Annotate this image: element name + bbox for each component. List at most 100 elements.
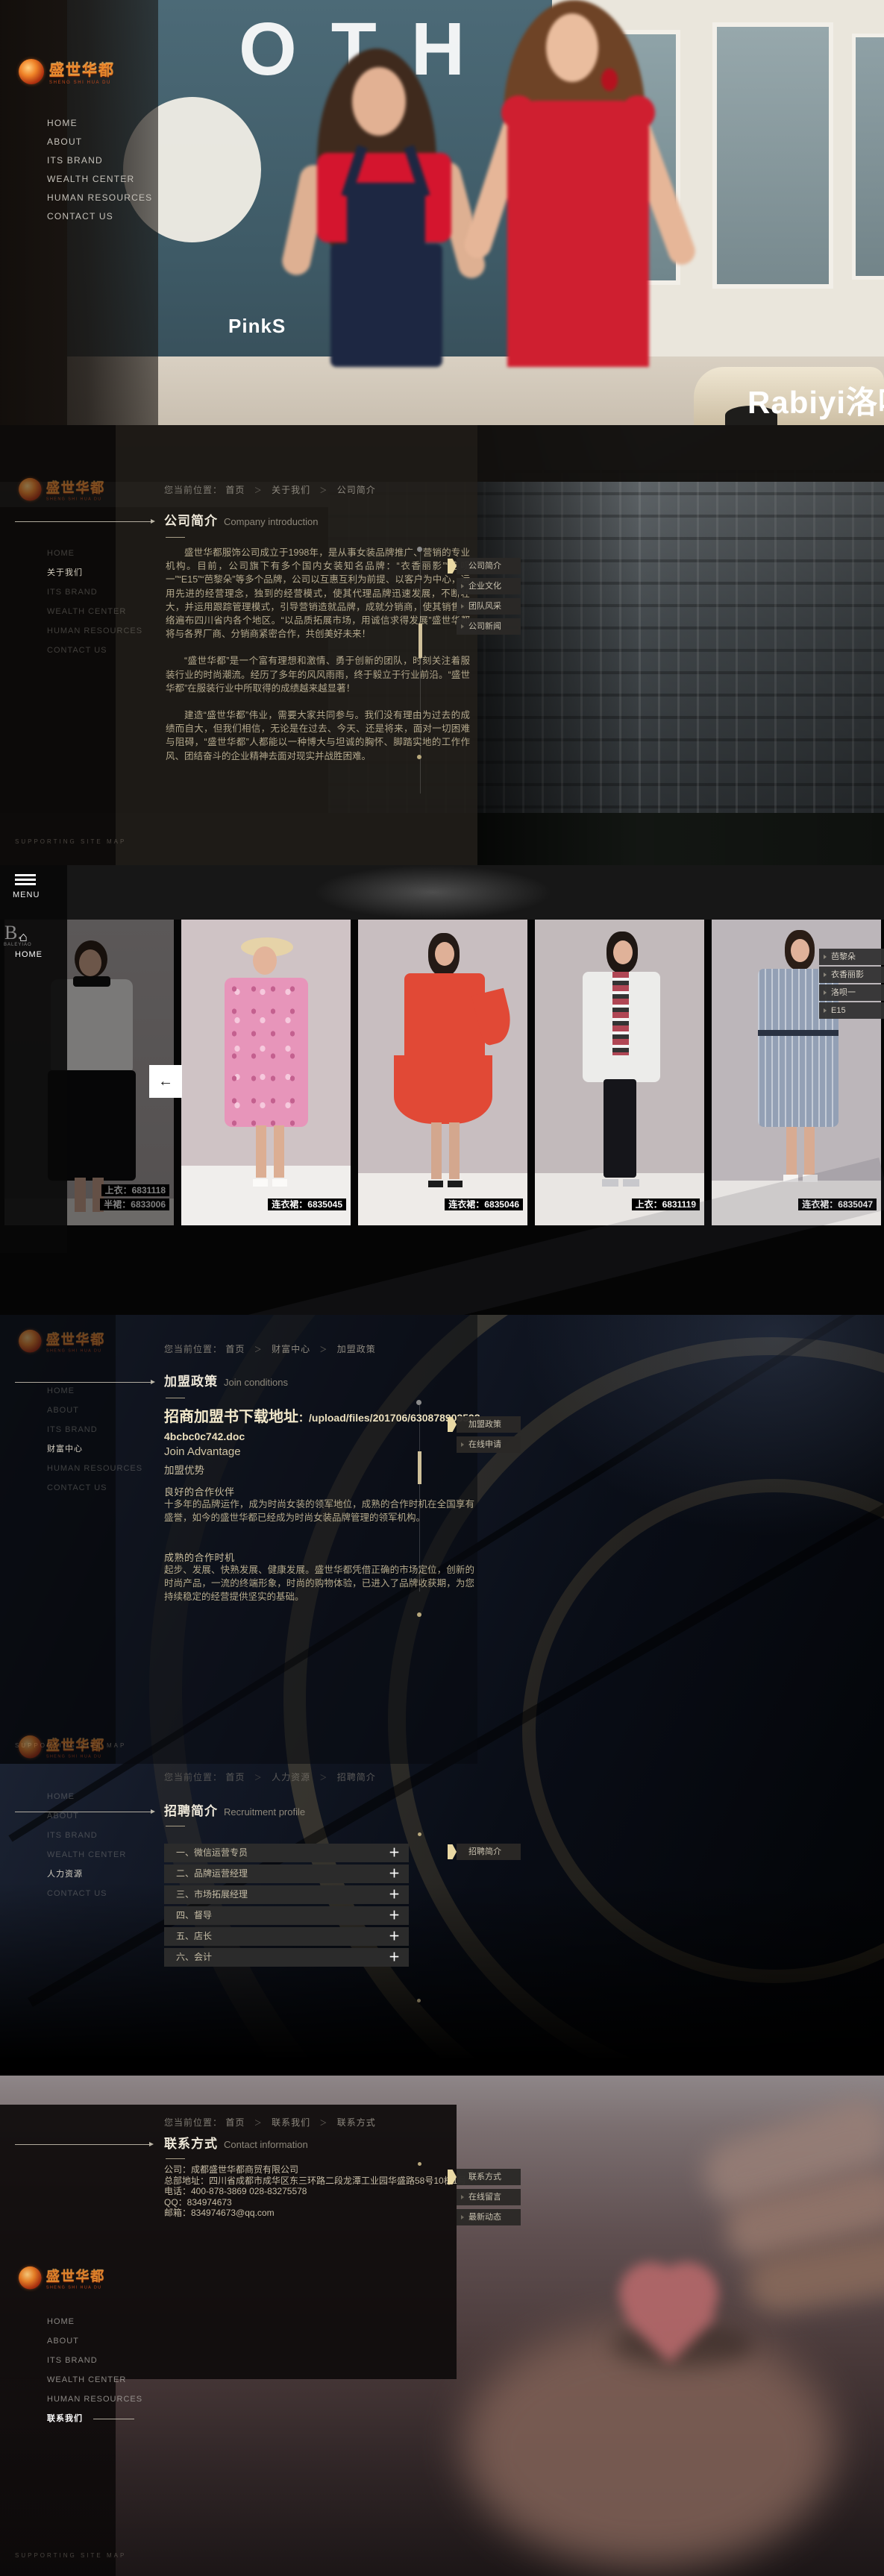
nav-item-home[interactable]: HOME — [47, 114, 152, 133]
brand-logo[interactable]: 盛世华都 SHENG SHI HUA DU — [19, 58, 115, 85]
home-label[interactable]: HOME — [15, 950, 43, 959]
brand-tab-yixiangliying[interactable]: 衣香丽影 — [819, 967, 884, 983]
nav-item-home[interactable]: HOME — [47, 1381, 142, 1401]
plus-icon[interactable]: ＋ — [389, 1844, 400, 1862]
about-paragraph: “盛世华都”是一个富有理想和激情、勇于创新的团队，时刻关注着服装行业的时尚潮流。… — [166, 654, 470, 695]
model-face — [253, 946, 277, 975]
tab-online-message[interactable]: 在线留言 — [457, 2189, 521, 2205]
nav-item-about[interactable]: ABOUT — [47, 133, 152, 151]
breadcrumb-link[interactable]: 首页 — [225, 485, 245, 495]
tab-latest-news[interactable]: 最新动态 — [457, 2209, 521, 2225]
nav-item-human-resources[interactable]: HUMAN RESOURCES — [47, 2390, 142, 2409]
nav-item-its-brand[interactable]: ITS BRAND — [47, 1826, 126, 1845]
nav-item-wealth-center[interactable]: WEALTH CENTER — [47, 2370, 142, 2390]
nav-item-contact-us[interactable]: CONTACT US — [47, 1478, 142, 1498]
plus-icon[interactable]: ＋ — [389, 1865, 400, 1883]
breadcrumb-link[interactable]: 公司简介 — [337, 485, 376, 495]
tab-join-policy[interactable]: 加盟政策 — [457, 1416, 521, 1433]
tab-team[interactable]: 团队风采 — [457, 598, 521, 615]
carousel-prev-button[interactable]: ← — [149, 1065, 182, 1098]
accordion-row-supervisor[interactable]: 四、督导＋ — [164, 1906, 409, 1925]
tab-company-news[interactable]: 公司新闻 — [457, 618, 521, 635]
nav-item-home[interactable]: HOME — [47, 544, 142, 563]
striped-scarf — [612, 972, 629, 1055]
nav-item-about-active[interactable]: 关于我们 — [47, 563, 142, 582]
accordion-row-wechat-specialist[interactable]: 一、微信运营专员＋ — [164, 1844, 409, 1862]
hamburger-menu-icon[interactable] — [15, 874, 36, 885]
scroll-thumb[interactable] — [418, 1451, 421, 1484]
nav-item-its-brand[interactable]: ITS BRAND — [47, 1420, 142, 1439]
breadcrumb-link[interactable]: 财富中心 — [272, 1344, 310, 1354]
breadcrumb-link[interactable]: 人力资源 — [272, 1772, 310, 1782]
plus-icon[interactable]: ＋ — [389, 1948, 400, 1967]
nav-item-wealth-center[interactable]: WEALTH CENTER — [47, 170, 152, 189]
nav-item-contact-us[interactable]: CONTACT US — [47, 641, 142, 660]
nav-item-human-resources[interactable]: HUMAN RESOURCES — [47, 189, 152, 207]
nav-item-about[interactable]: ABOUT — [47, 2331, 142, 2351]
breadcrumb-link[interactable]: 联系方式 — [337, 2117, 376, 2128]
brand-logo-emblem-icon — [19, 1735, 42, 1759]
accordion-row-brand-manager[interactable]: 二、品牌运营经理＋ — [164, 1865, 409, 1883]
nav-item-wealth-center[interactable]: WEALTH CENTER — [47, 1845, 126, 1865]
menu-label[interactable]: MENU — [13, 890, 40, 899]
scroll-thumb[interactable] — [419, 623, 422, 658]
breadcrumb-link[interactable]: 加盟政策 — [337, 1344, 376, 1354]
brand-logo-faint[interactable]: 盛世华都 SHENG SHI HUA DU — [19, 1329, 105, 1353]
breadcrumb-link[interactable]: 招聘简介 — [337, 1772, 376, 1782]
nav-item-contact-us[interactable]: CONTACT US — [47, 1884, 126, 1903]
nav-item-wealth-center[interactable]: WEALTH CENTER — [47, 602, 142, 621]
tab-label: 招聘简介 — [468, 1847, 501, 1856]
tab-label: 衣香丽影 — [831, 970, 864, 979]
tab-company-intro[interactable]: 公司简介 — [457, 558, 521, 574]
nav-item-human-resources[interactable]: HUMAN RESOURCES — [47, 621, 142, 641]
tab-contact-info[interactable]: 联系方式 — [457, 2169, 521, 2185]
product-card[interactable]: 连衣裙：6835046 — [358, 920, 527, 1225]
breadcrumb-separator: ＞ — [319, 1774, 327, 1782]
plus-icon[interactable]: ＋ — [389, 1885, 400, 1904]
product-card[interactable]: 上衣：6831119 — [535, 920, 704, 1225]
accordion-row-store-manager[interactable]: 五、店长＋ — [164, 1927, 409, 1946]
breadcrumb-link[interactable]: 关于我们 — [272, 485, 310, 495]
join-advantage-en: Join Advantage — [164, 1445, 241, 1458]
accordion-row-accountant[interactable]: 六、会计＋ — [164, 1948, 409, 1967]
breadcrumb-link[interactable]: 联系我们 — [272, 2117, 310, 2128]
nav-item-human-resources[interactable]: HUMAN RESOURCES — [47, 1459, 142, 1478]
plus-icon[interactable]: ＋ — [389, 1906, 400, 1925]
nav-item-about[interactable]: ABOUT — [47, 1806, 126, 1826]
brand-logo-emblem-icon — [19, 478, 42, 501]
tab-arrow-icon — [824, 1008, 827, 1013]
about-paragraph: 盛世华都服饰公司成立于1998年，是从事女装品牌推广、营销的专业机构。目前，公司… — [166, 546, 470, 641]
home-icon[interactable]: ⌂ — [19, 929, 28, 945]
tab-recruit-profile[interactable]: 招聘简介 — [457, 1844, 521, 1860]
nav-item-its-brand[interactable]: ITS BRAND — [47, 582, 142, 602]
deco-dot — [418, 2162, 421, 2166]
nav-item-human-resources-active[interactable]: 人力资源 — [47, 1865, 126, 1884]
model-face — [791, 939, 809, 962]
brand-logo-text: 盛世华都 — [49, 58, 115, 80]
brand-logo-faint[interactable]: 盛世华都 SHENG SHI HUA DU — [19, 477, 105, 501]
nav-item-its-brand[interactable]: ITS BRAND — [47, 2351, 142, 2370]
tab-arrow-icon — [824, 990, 827, 995]
nav-item-home[interactable]: HOME — [47, 2312, 142, 2331]
join-sidebar-nav: HOME ABOUT ITS BRAND 财富中心 HUMAN RESOURCE… — [47, 1381, 142, 1498]
brand-logo-faint[interactable]: 盛世华都 SHENG SHI HUA DU — [19, 1735, 105, 1759]
brand-tab-e15[interactable]: E15 — [819, 1002, 884, 1019]
product-card[interactable]: 连衣裙：6835045 — [181, 920, 351, 1225]
breadcrumb-link[interactable]: 首页 — [225, 2117, 245, 2128]
breadcrumb-link[interactable]: 首页 — [225, 1772, 245, 1782]
plus-icon[interactable]: ＋ — [389, 1927, 400, 1946]
nav-item-its-brand[interactable]: ITS BRAND — [47, 151, 152, 170]
nav-item-wealth-center-active[interactable]: 财富中心 — [47, 1439, 142, 1459]
brand-tab-luobeiyi[interactable]: 洛呗一 — [819, 984, 884, 1001]
tab-company-culture[interactable]: 企业文化 — [457, 578, 521, 594]
nav-item-home[interactable]: HOME — [47, 1787, 126, 1806]
nav-item-contact-us[interactable]: CONTACT US — [47, 207, 152, 226]
supporting-note: SUPPORTING SITE MAP — [15, 2552, 126, 2559]
nav-item-about[interactable]: ABOUT — [47, 1401, 142, 1420]
accordion-row-market-manager[interactable]: 三、市场拓展经理＋ — [164, 1885, 409, 1904]
tab-online-apply[interactable]: 在线申请 — [457, 1436, 521, 1453]
section-title-en: Recruitment profile — [224, 1806, 305, 1818]
breadcrumb-link[interactable]: 首页 — [225, 1344, 245, 1354]
brand-logo[interactable]: 盛世华都 SHENG SHI HUA DU — [19, 2266, 105, 2290]
brand-tab-balizduo[interactable]: 芭黎朵 — [819, 949, 884, 965]
